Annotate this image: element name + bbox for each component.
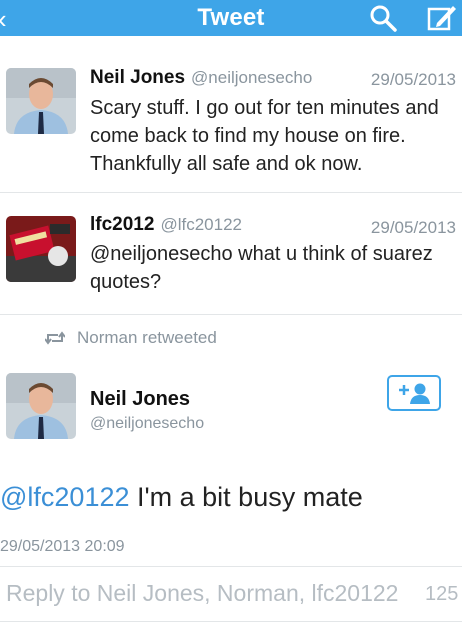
add-user-icon: [399, 383, 430, 404]
mention-link[interactable]: @lfc20122: [0, 482, 130, 512]
avatar[interactable]: [6, 373, 76, 439]
tweet-meta: lfc2012 @lfc20122: [90, 214, 242, 236]
author-name[interactable]: Neil Jones: [90, 67, 185, 88]
char-count: 125: [425, 583, 459, 605]
reply-input[interactable]: Reply to Neil Jones, Norman, lfc20122: [6, 580, 456, 607]
retweet-text: Norman retweeted: [77, 328, 217, 347]
divider: [0, 566, 462, 567]
top-bar: ‹ Tweet: [0, 0, 462, 36]
retweet-icon: [45, 331, 65, 345]
divider: [0, 621, 462, 622]
tweet-text: Scary stuff. I go out for ten minutes an…: [90, 97, 439, 175]
search-icon[interactable]: [368, 4, 398, 32]
tweet-date: 29/05/2013: [370, 70, 456, 89]
follow-button[interactable]: [387, 375, 441, 411]
detail-author-name[interactable]: Neil Jones: [90, 388, 190, 411]
avatar[interactable]: [6, 216, 76, 282]
detail-tweet-text: @lfc20122 I'm a bit busy mate: [0, 482, 363, 513]
tweet-meta: Neil Jones @neiljonesecho: [90, 67, 312, 89]
chevron-left-icon[interactable]: ‹: [0, 4, 7, 35]
page-title: Tweet: [197, 4, 265, 31]
compose-icon[interactable]: [425, 3, 457, 33]
tweet-item[interactable]: Neil Jones @neiljonesecho 29/05/2013 Scar…: [0, 36, 462, 193]
detail-author-handle[interactable]: @neiljonesecho: [90, 415, 204, 433]
retweet-banner[interactable]: Norman retweeted: [45, 328, 217, 348]
author-name[interactable]: lfc2012: [90, 214, 154, 235]
tweet-text: @neiljonesecho what u think of suarez qu…: [90, 243, 433, 293]
tweet-item[interactable]: lfc2012 @lfc20122 29/05/2013 @neiljonesec…: [0, 192, 462, 315]
avatar[interactable]: [6, 68, 76, 134]
author-handle[interactable]: @lfc20122: [160, 215, 242, 234]
author-handle[interactable]: @neiljonesecho: [191, 68, 312, 87]
detail-timestamp: 29/05/2013 20:09: [0, 538, 125, 555]
detail-text-body: I'm a bit busy mate: [129, 482, 363, 512]
tweet-date: 29/05/2013: [370, 218, 456, 237]
